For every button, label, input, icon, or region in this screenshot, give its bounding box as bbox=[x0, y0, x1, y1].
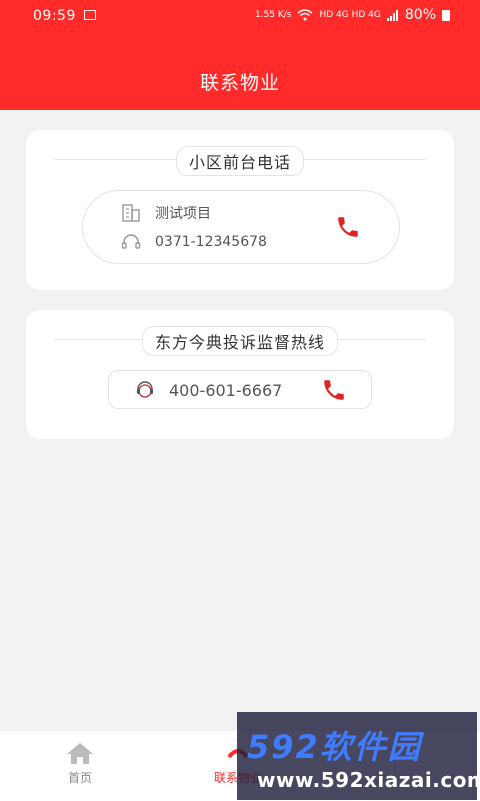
front-desk-card: 小区前台电话 测试项目 0371-12345678 bbox=[26, 130, 454, 290]
front-desk-phone: 0371-12345678 bbox=[155, 234, 267, 250]
watermark-brand: 592软件园 bbox=[247, 728, 422, 766]
wifi-icon bbox=[297, 9, 313, 21]
battery-percent: 80% bbox=[404, 7, 436, 23]
headset-icon bbox=[121, 232, 141, 252]
call-complaint-button[interactable] bbox=[321, 377, 347, 403]
status-icons: 1.55 K/s HD 4G HD 4G 80% bbox=[255, 7, 450, 23]
image-notification-icon bbox=[84, 10, 96, 20]
project-row: 测试项目 bbox=[121, 203, 211, 223]
status-time: 09:59 bbox=[33, 8, 76, 24]
phone-icon bbox=[338, 217, 358, 237]
watermark-overlay: 592软件园 www.592xiazai.com bbox=[237, 712, 480, 800]
complaint-contact[interactable]: 400-601-6667 bbox=[108, 370, 372, 409]
phone-icon bbox=[324, 380, 344, 400]
complaint-phone: 400-601-6667 bbox=[169, 380, 283, 400]
front-desk-section-title: 小区前台电话 bbox=[175, 146, 305, 176]
front-desk-contact[interactable]: 测试项目 0371-12345678 bbox=[82, 190, 400, 264]
phone-row: 0371-12345678 bbox=[121, 232, 267, 252]
home-icon bbox=[67, 743, 93, 764]
tab-home[interactable]: 首页 bbox=[20, 739, 140, 786]
watermark-url: www.592xiazai.com bbox=[257, 768, 480, 792]
call-front-desk-button[interactable] bbox=[335, 214, 361, 240]
customer-service-icon bbox=[135, 380, 155, 400]
status-bar: 09:59 1.55 K/s HD 4G HD 4G 80% bbox=[0, 0, 480, 32]
page-title: 联系物业 bbox=[199, 72, 280, 94]
signal-icon bbox=[386, 9, 398, 21]
complaint-card: 东方今典投诉监督热线 400-601-6667 bbox=[26, 310, 454, 439]
network-speed: 1.55 K/s bbox=[254, 10, 292, 20]
complaint-section-title: 东方今典投诉监督热线 bbox=[141, 326, 339, 356]
building-icon bbox=[121, 203, 141, 223]
page-header: 联系物业 bbox=[0, 32, 480, 110]
tab-home-label: 首页 bbox=[67, 771, 92, 785]
project-name: 测试项目 bbox=[155, 206, 211, 222]
complaint-phone-row: 400-601-6667 bbox=[135, 380, 282, 400]
signal-label: HD 4G HD 4G bbox=[319, 10, 381, 20]
battery-icon bbox=[442, 9, 450, 21]
